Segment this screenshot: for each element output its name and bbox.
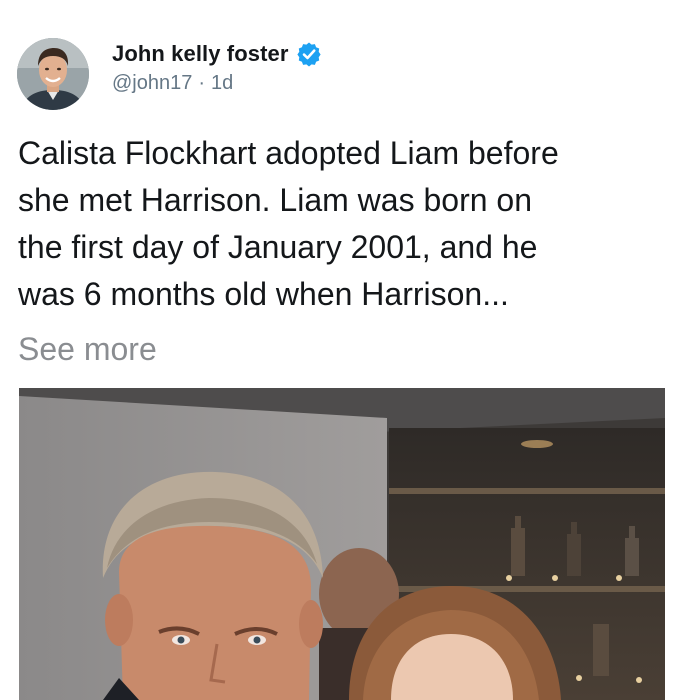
profile-photo-icon — [17, 38, 89, 110]
tweet-text-line: was 6 months old when Harrison... — [18, 276, 509, 312]
tweet-time[interactable]: 1d — [211, 72, 233, 95]
tweet-photo[interactable] — [19, 388, 665, 700]
tweet-text: Calista Flockhart adopted Liam before she… — [18, 130, 688, 318]
avatar[interactable] — [17, 38, 89, 110]
meta-separator: · — [198, 72, 206, 94]
tweet-text-line: she met Harrison. Liam was born on — [18, 182, 532, 218]
tweet-text-line: Calista Flockhart adopted Liam before — [18, 135, 559, 171]
tweet-text-line: the first day of January 2001, and he — [18, 229, 538, 265]
meta-row: @john17 · 1d — [112, 72, 322, 95]
photo-image — [19, 388, 665, 700]
verified-badge-icon — [296, 41, 322, 67]
name-row: John kelly foster — [112, 40, 322, 68]
tweet-header: John kelly foster @john17 · 1d — [112, 40, 322, 95]
display-name[interactable]: John kelly foster — [112, 41, 289, 67]
tweet-card: John kelly foster @john17 · 1d Calista F… — [0, 0, 700, 700]
see-more-link[interactable]: See more — [18, 326, 157, 373]
user-handle[interactable]: @john17 — [112, 72, 192, 95]
